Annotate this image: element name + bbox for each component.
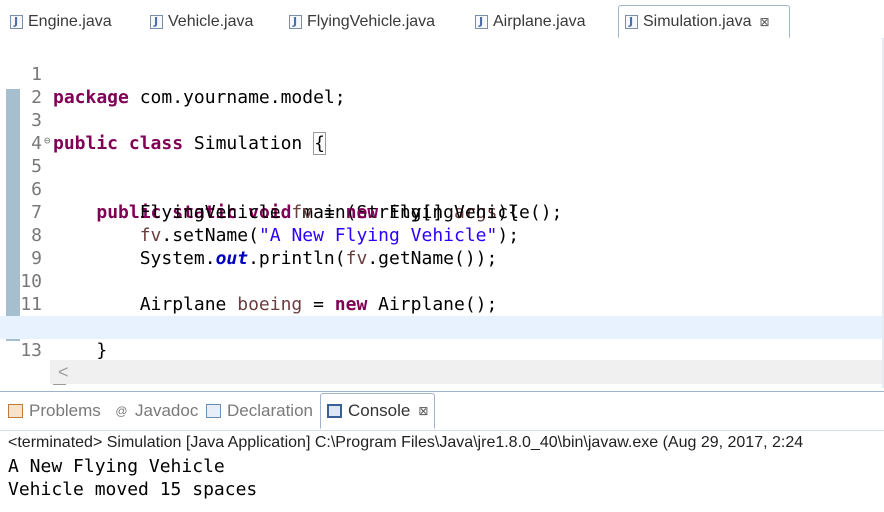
tab-vehicle-java[interactable]: Vehicle.java [150, 5, 253, 38]
code-line[interactable]: 8 System.out.println(fv.getName()); [0, 201, 882, 269]
tab-label: Simulation.java [643, 12, 752, 30]
java-file-icon [150, 14, 163, 29]
close-tab-icon[interactable]: ⊠ [418, 404, 428, 418]
code-line[interactable]: 11 boeing.move(15); [0, 270, 882, 338]
tab-engine-java[interactable]: Engine.java [10, 5, 112, 38]
code-line[interactable]: 4 [0, 109, 882, 154]
problems-icon [8, 404, 23, 418]
tab-label: Problems [29, 401, 101, 420]
tab-problems[interactable]: Problems [8, 392, 101, 430]
javadoc-icon: @ [115, 404, 128, 418]
java-file-icon [10, 14, 23, 29]
tab-simulation-java[interactable]: Simulation.java ⊠ [618, 5, 790, 38]
tab-label: Engine.java [28, 12, 112, 30]
code-line[interactable]: 1 package com.yourname.model; [0, 40, 882, 108]
java-file-icon [625, 14, 638, 29]
tab-javadoc[interactable]: @ Javadoc [114, 392, 198, 430]
horizontal-scrollbar[interactable]: < [50, 360, 882, 384]
console-status: <terminated> Simulation [Java Applicatio… [0, 430, 884, 454]
tab-flyingvehicle-java[interactable]: FlyingVehicle.java [289, 5, 435, 38]
java-file-icon [289, 14, 302, 29]
tab-label: Airplane.java [493, 12, 586, 30]
tab-console[interactable]: Console ⊠ [320, 393, 436, 429]
declaration-icon [206, 404, 221, 418]
tab-airplane-java[interactable]: Airplane.java [475, 5, 586, 38]
code-line[interactable]: 6 FlyingVehicle fv = new FlyingVehicle()… [0, 155, 882, 223]
scroll-left-arrow-icon[interactable]: < [58, 360, 69, 384]
tab-declaration[interactable]: Declaration [206, 392, 313, 430]
editor-tab-bar: Engine.java Vehicle.java FlyingVehicle.j… [0, 0, 884, 39]
fold-toggle-icon[interactable]: ⊖ [44, 129, 51, 152]
tab-label: Console [348, 401, 411, 420]
console-output[interactable]: A New Flying Vehicle Vehicle moved 15 sp… [0, 455, 884, 512]
tab-label: FlyingVehicle.java [307, 12, 436, 30]
code-line-current[interactable]: 13 } [0, 316, 882, 385]
console-output-line: Vehicle moved 15 spaces [8, 479, 258, 500]
java-file-icon [475, 14, 488, 29]
console-output-line: A New Flying Vehicle [8, 456, 225, 477]
code-line[interactable]: 3 public class Simulation { [0, 86, 882, 155]
code-line[interactable]: 5 ⊖ public static void main(String[] arg… [0, 129, 882, 223]
code-line[interactable]: 7 fv.setName("A New Flying Vehicle"); [0, 178, 882, 246]
line-number: 13 [20, 340, 42, 361]
code-line[interactable]: 12 } [0, 293, 882, 361]
tab-label: Javadoc [135, 401, 199, 420]
code-text: } [53, 340, 108, 361]
close-tab-icon[interactable]: ⊠ [760, 15, 770, 29]
tab-label: Vehicle.java [168, 12, 254, 30]
code-line[interactable]: 10 Airplane boeing = new Airplane(); [0, 247, 882, 315]
tab-label: Declaration [227, 401, 313, 420]
panel-tab-bar: Problems @ Javadoc Declaration Console ⊠ [0, 391, 884, 430]
code-line[interactable]: 9 [0, 224, 882, 269]
code-line[interactable]: 2 [0, 63, 882, 108]
console-icon [327, 404, 342, 418]
